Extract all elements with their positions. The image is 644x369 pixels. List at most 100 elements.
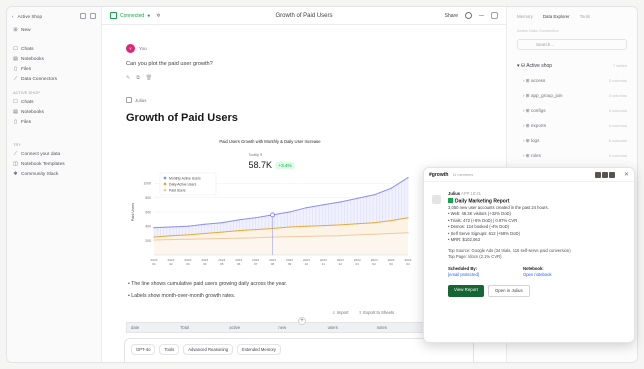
user-message-header: Y You: [126, 44, 147, 53]
send-button[interactable]: [455, 362, 465, 363]
panel-toggle-icon[interactable]: [491, 12, 498, 19]
sidebar-item-shop-files[interactable]: ▯ Files: [7, 117, 101, 127]
sidebar-item-try-notebook-templates[interactable]: ◫ Notebook Templates: [7, 159, 101, 169]
sidebar-item-data-connectors[interactable]: ⟋ Data Connectors: [7, 74, 101, 84]
table-icon: › ⊞: [523, 92, 531, 98]
sidebar-item-files[interactable]: ▯ Files: [7, 64, 101, 74]
tooltip-value: 58.7K: [249, 160, 273, 170]
delete-icon[interactable]: 🗑︎: [146, 75, 152, 81]
sidebar-section-label: ACTIVE SHOP: [13, 90, 40, 95]
table-column-header[interactable]: date: [127, 323, 176, 332]
open-in-julius-button[interactable]: Open in Julius: [487, 284, 530, 297]
new-chat-button[interactable]: ⊞ New: [7, 25, 101, 35]
sidebar-item-try-connect-your-data[interactable]: ⟋ Connect your data: [7, 149, 101, 159]
profile-icon[interactable]: [465, 12, 472, 19]
tab-data-explorer[interactable]: Data Explorer: [543, 14, 570, 19]
bullet-1: • The line shows cumulative paid users g…: [128, 281, 288, 287]
agent-logo-icon: [126, 97, 132, 103]
data-point: [187, 238, 189, 240]
data-search-input[interactable]: Search...: [517, 39, 627, 50]
report-title: Daily Marketing Report: [448, 197, 628, 205]
x-tick-label: 02: [372, 262, 376, 266]
open-notebook-link[interactable]: Open notebook: [523, 272, 552, 279]
message-composer[interactable]: GPT-4o Tools Advanced Reasoning Extended Me…: [124, 338, 474, 363]
table-item-count: 3 columns: [608, 93, 627, 98]
table-item[interactable]: › ⊞ configs 5 columns: [507, 103, 637, 118]
sidebar-item-try-community-slack[interactable]: ✱ Community Slack: [7, 169, 101, 179]
x-tick-label: 06: [237, 262, 241, 266]
chat-icon: ☐: [13, 46, 18, 52]
bullet-2: • Labels show month-over-month growth ra…: [128, 293, 236, 299]
connector-icon: ⟋: [13, 151, 18, 157]
x-tick-label: 08: [271, 262, 275, 266]
y-tick-label: 600: [145, 210, 151, 214]
edit-icon[interactable]: ✎: [126, 75, 130, 81]
workspace-chevron-icon[interactable]: ‹: [12, 14, 14, 19]
legend-swatch: [163, 188, 167, 192]
tab-memory[interactable]: Memory: [517, 14, 533, 19]
data-point: [170, 238, 172, 241]
table-item-count: 6 columns: [608, 138, 627, 143]
add-column-button[interactable]: +: [298, 317, 306, 325]
report-meta: Scheduled By: [email protected] Notebook…: [448, 266, 628, 279]
growth-chart[interactable]: Paid Users Growth with Monthly & Daily U…: [126, 133, 414, 276]
legend-label: Paid Users: [169, 188, 186, 192]
close-icon[interactable]: ✕: [624, 171, 629, 178]
settings-icon[interactable]: [80, 13, 86, 19]
check-icon: [448, 197, 453, 203]
view-report-button[interactable]: View Report: [448, 284, 484, 297]
scheduled-email-link[interactable]: [email protected]: [448, 272, 479, 279]
tooltip-delta: +3.4%: [278, 163, 291, 168]
sidebar-item-chats[interactable]: ☐ Chats: [7, 44, 101, 54]
data-point: [356, 234, 358, 236]
data-point: [187, 225, 189, 227]
table-item[interactable]: › ⊞ exports 4 columns: [507, 118, 637, 133]
data-point: [238, 230, 240, 232]
composer-chip[interactable]: Tools: [159, 344, 180, 355]
pin-icon[interactable]: ✲: [156, 13, 160, 19]
status-dot-icon: ●: [147, 12, 151, 19]
left-sidebar: ‹ Active Shop ⊞ New ☐ Chats ▤ Notebooks ▯ Fil…: [7, 7, 102, 362]
data-point: [390, 232, 392, 235]
message-actions: ✎ ⧉ 🗑︎: [126, 75, 152, 81]
connection-status[interactable]: Connected ●: [110, 12, 150, 19]
table-column-header[interactable]: active: [225, 323, 274, 332]
data-point: [255, 228, 257, 231]
copy-icon[interactable]: ⧉: [136, 75, 140, 81]
top-page: Top Page: /docs (2.1% CVR): [448, 254, 502, 259]
table-item[interactable]: › ⊞ access 3 columns: [507, 73, 637, 88]
data-point: [187, 234, 189, 236]
table-icon: › ⊞: [523, 122, 531, 128]
data-point: [407, 177, 409, 179]
table-column-header[interactable]: Total: [176, 323, 225, 332]
file-icon: ▯: [14, 119, 17, 125]
data-point: [407, 217, 409, 219]
collapse-sidebar-icon[interactable]: [90, 13, 96, 19]
sidebar-item-notebooks[interactable]: ▤ Notebooks: [7, 54, 101, 64]
composer-chip[interactable]: Advanced Reasoning: [183, 344, 234, 355]
sidebar-item-shop-chats[interactable]: ☐ Chats: [7, 97, 101, 107]
sidebar-item-shop-notebooks[interactable]: ▤ Notebooks: [7, 107, 101, 117]
table-item[interactable]: › ⊞ logs 6 columns: [507, 133, 637, 148]
tab-tools[interactable]: Tools: [580, 14, 590, 19]
y-tick-label: 1000: [143, 182, 151, 186]
share-button[interactable]: Share: [445, 13, 458, 19]
composer-chip[interactable]: Extended Memory: [237, 344, 282, 355]
template-icon: ◫: [13, 161, 18, 167]
table-item[interactable]: › ⊞ roles 3 columns: [507, 148, 637, 163]
y-axis-label: Paid Users: [131, 203, 135, 222]
table-item-count: 4 columns: [608, 123, 627, 128]
table-column-header[interactable]: notes: [373, 323, 422, 332]
minimize-icon[interactable]: —: [479, 13, 484, 19]
workspace-name[interactable]: Active Shop: [18, 14, 76, 19]
composer-chip[interactable]: GPT-4o: [131, 344, 156, 355]
table-item[interactable]: › ⊞ app_group_join 3 columns: [507, 88, 637, 103]
export-sheets-button[interactable]: ⇪ Export to Sheets: [359, 310, 395, 315]
data-point: [204, 223, 206, 225]
table-column-header[interactable]: users: [324, 323, 373, 332]
channel-name[interactable]: #growth: [429, 172, 448, 178]
workspace-header[interactable]: ‹ Active Shop: [7, 7, 101, 25]
attach-icon[interactable]: ⊕: [134, 361, 140, 362]
import-button[interactable]: ⇩ Import: [332, 310, 349, 315]
data-source-row[interactable]: ▾ ⛁ Active shop 7 tables: [507, 53, 637, 73]
